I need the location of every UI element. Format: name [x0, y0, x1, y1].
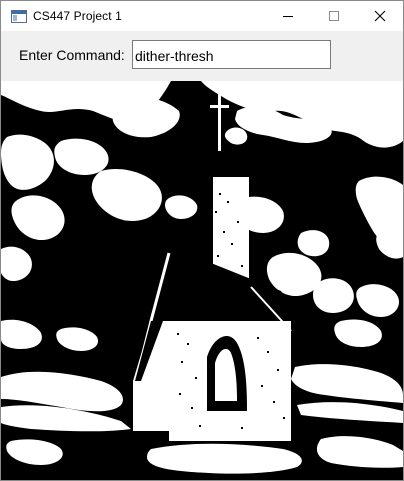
close-button[interactable]: [357, 1, 403, 31]
window-title: CS447 Project 1: [33, 9, 122, 23]
minimize-icon: [283, 16, 293, 17]
minimize-button[interactable]: [265, 1, 311, 31]
maximize-icon: [329, 11, 339, 21]
command-bar: Enter Command:: [1, 31, 403, 81]
church-facade: [169, 321, 291, 441]
app-window: CS447 Project 1 Enter Command:: [0, 0, 404, 481]
command-label: Enter Command:: [19, 47, 125, 63]
close-icon: [374, 10, 386, 22]
app-window-icon: [11, 9, 27, 23]
window-controls: [265, 1, 403, 31]
command-input[interactable]: [132, 40, 331, 69]
maximize-button[interactable]: [311, 1, 357, 31]
image-canvas: [1, 81, 403, 480]
title-bar[interactable]: CS447 Project 1: [1, 1, 403, 31]
dithered-image: [1, 81, 403, 480]
